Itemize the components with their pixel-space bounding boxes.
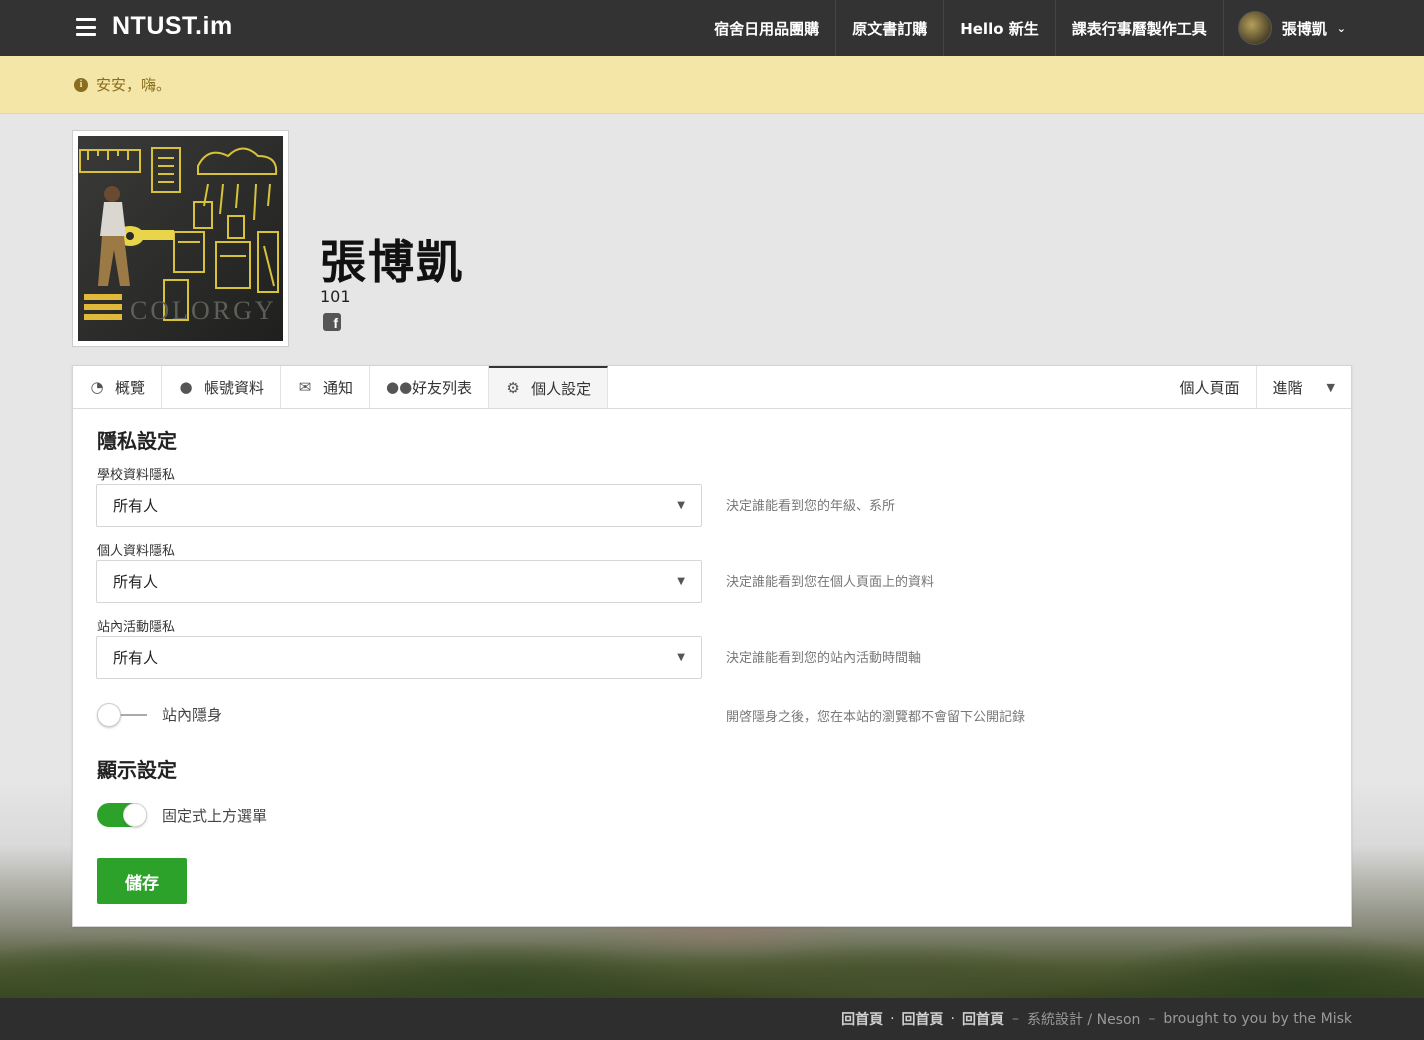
info-icon: i [74, 77, 88, 92]
dashboard-icon: ◔ [90, 378, 104, 396]
personal-privacy-help: 決定誰能看到您在個人頁面上的資料 [726, 575, 935, 590]
tabs-right: 個人頁面 進階 ▼ [1164, 366, 1352, 408]
select-value: 所有人 [113, 649, 159, 667]
school-privacy-help: 決定誰能看到您的年級、系所 [726, 499, 896, 514]
fixed-menu-label: 固定式上方選單 [162, 807, 268, 825]
user-icon: ● [179, 378, 193, 396]
stealth-help: 開啓隱身之後，您在本站的瀏覽都不會留下公開記錄 [726, 710, 1026, 725]
chevron-down-icon: ⌄ [1336, 21, 1346, 35]
notice-bar: i 安安，嗨。 [0, 56, 1424, 114]
profile-tabs: ◔ 概覽 ● 帳號資料 ✉ 通知 ●● 好友列表 ⚙ 個人設定 個人頁面 進階 … [73, 366, 1351, 409]
footer-dash: – [1011, 1011, 1019, 1027]
tab-label: 好友列表 [412, 378, 473, 397]
avatar [1237, 11, 1272, 45]
users-icon: ●● [386, 378, 413, 396]
tab-label: 帳號資料 [204, 378, 265, 397]
gears-icon: ⚙ [506, 379, 520, 397]
caret-down-icon: ▼ [677, 652, 685, 663]
personal-privacy-select[interactable]: 所有人 ▼ [96, 560, 702, 603]
settings-card: ◔ 概覽 ● 帳號資料 ✉ 通知 ●● 好友列表 ⚙ 個人設定 個人頁面 進階 … [72, 365, 1352, 927]
tab-label: 概覽 [115, 378, 146, 397]
nav-link-textbook[interactable]: 原文書訂購 [835, 0, 943, 56]
fixed-menu-toggle[interactable] [97, 803, 147, 827]
footer-design: 系統設計 / Neson [1026, 1012, 1141, 1028]
facebook-icon[interactable]: f [323, 313, 341, 331]
brand-logo[interactable]: NTUST.im [112, 12, 233, 41]
envelope-icon: ✉ [298, 378, 312, 396]
activity-privacy-label: 站內活動隱私 [97, 620, 176, 635]
nav-link-group-buy[interactable]: 宿舍日用品團購 [698, 0, 835, 56]
stealth-toggle[interactable] [97, 703, 147, 727]
footer-dash: – [1148, 1011, 1156, 1027]
activity-privacy-help: 決定誰能看到您的站內活動時間軸 [726, 651, 922, 666]
save-button[interactable]: 儲存 [97, 858, 187, 904]
activity-privacy-select[interactable]: 所有人 ▼ [96, 636, 702, 679]
tab-label: 進階 [1272, 378, 1303, 397]
hamburger-menu-icon[interactable] [76, 18, 96, 36]
notice-text: 安安，嗨。 [96, 76, 172, 94]
photo-sign-text: COLORGY [130, 296, 277, 325]
footer-separator: · [890, 1011, 895, 1027]
footer-credit: brought to you by the Misk [1163, 1011, 1352, 1027]
user-name: 張博凱 [1281, 19, 1327, 38]
profile-photo: COLORGY [72, 130, 289, 347]
tab-label: 通知 [323, 378, 354, 397]
nav-link-hello-freshman[interactable]: Hello 新生 [943, 0, 1055, 56]
tab-friends[interactable]: ●● 好友列表 [370, 366, 490, 408]
tab-label: 個人設定 [531, 379, 592, 398]
stealth-label: 站內隱身 [162, 706, 223, 724]
tab-advanced[interactable]: 進階 ▼ [1255, 366, 1351, 408]
caret-down-icon: ▼ [677, 576, 685, 587]
footer: 回首頁 · 回首頁 · 回首頁 – 系統設計 / Neson – brought… [0, 998, 1424, 1040]
tab-account[interactable]: ● 帳號資料 [162, 366, 282, 408]
top-navbar: NTUST.im 宿舍日用品團購 原文書訂購 Hello 新生 課表行事曆製作工… [0, 0, 1424, 56]
school-privacy-label: 學校資料隱私 [97, 468, 176, 483]
nav-link-calendar-tool[interactable]: 課表行事曆製作工具 [1054, 0, 1223, 56]
profile-year: 101 [320, 287, 351, 306]
tab-profile-page[interactable]: 個人頁面 [1164, 366, 1256, 408]
privacy-section-title: 隱私設定 [97, 429, 177, 453]
tab-notifications[interactable]: ✉ 通知 [281, 366, 371, 408]
user-menu[interactable]: 張博凱 ⌄ [1222, 0, 1352, 56]
footer-home-link[interactable]: 回首頁 [902, 1009, 944, 1029]
footer-separator: · [950, 1011, 955, 1027]
profile-name: 張博凱 [320, 235, 464, 289]
tab-overview[interactable]: ◔ 概覽 [73, 366, 163, 408]
footer-home-link[interactable]: 回首頁 [841, 1009, 883, 1029]
nav-links: 宿舍日用品團購 原文書訂購 Hello 新生 課表行事曆製作工具 張博凱 ⌄ [698, 0, 1352, 56]
footer-home-link[interactable]: 回首頁 [962, 1009, 1004, 1029]
caret-down-icon: ▼ [1326, 380, 1335, 394]
caret-down-icon: ▼ [677, 500, 685, 511]
personal-privacy-label: 個人資料隱私 [97, 544, 176, 559]
select-value: 所有人 [113, 497, 159, 515]
tab-settings[interactable]: ⚙ 個人設定 [489, 366, 609, 408]
display-section-title: 顯示設定 [97, 758, 177, 782]
school-privacy-select[interactable]: 所有人 ▼ [96, 484, 702, 527]
select-value: 所有人 [113, 573, 159, 591]
